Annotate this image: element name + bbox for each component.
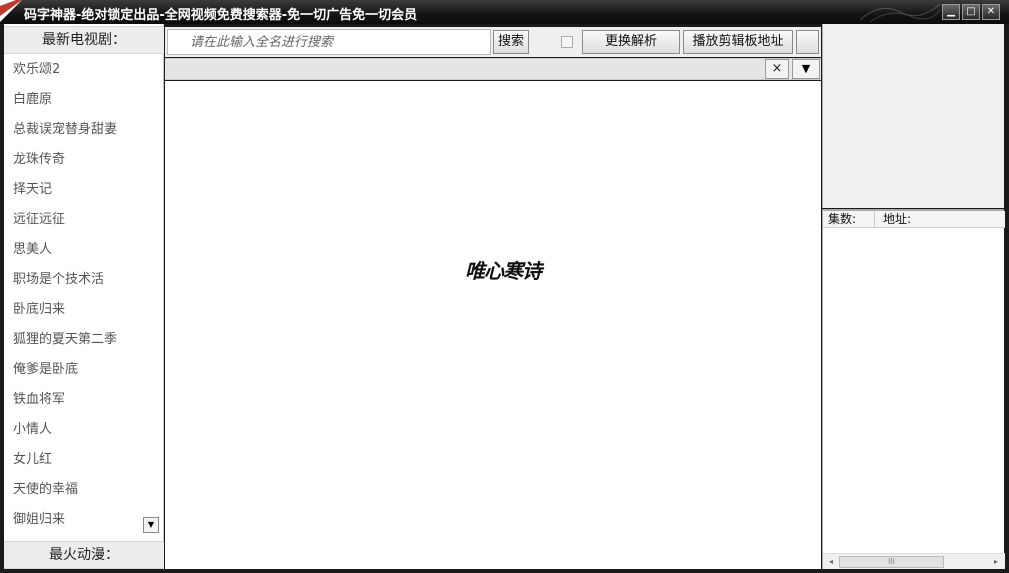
horizontal-scrollbar[interactable]: ◂ III ▸	[823, 553, 1005, 569]
tv-list-item[interactable]: 小情人	[4, 415, 164, 445]
tv-list-item[interactable]: 白鹿原	[4, 85, 164, 115]
tv-list-item[interactable]: 龙珠传奇	[4, 145, 164, 175]
option-checkbox[interactable]	[561, 36, 573, 48]
tv-list-item[interactable]: 天使的幸福	[4, 475, 164, 505]
extra-button[interactable]	[796, 30, 819, 54]
minimize-icon: ▁	[947, 6, 955, 17]
tv-list-item[interactable]: 总裁误宠替身甜妻	[4, 115, 164, 145]
tv-list-item[interactable]: 狐狸的夏天第二季	[4, 325, 164, 355]
scroll-right-icon[interactable]: ▸	[989, 555, 1003, 569]
switch-parser-button[interactable]: 更换解析	[582, 30, 680, 54]
tv-list-item[interactable]: 卧底归来	[4, 295, 164, 325]
tv-list-item[interactable]: 御姐归来	[4, 505, 164, 535]
url-dropdown-button[interactable]: ▼	[792, 59, 820, 79]
clear-icon: ×	[771, 61, 783, 76]
column-header-address[interactable]: 地址:	[877, 211, 1005, 227]
search-input[interactable]	[167, 29, 491, 55]
column-header-episode[interactable]: 集数:	[823, 211, 875, 227]
episode-list[interactable]: 集数: 地址: ◂ III ▸	[822, 209, 1005, 569]
close-icon: ✕	[986, 6, 996, 17]
episode-list-header: 集数: 地址:	[823, 211, 1005, 228]
app-logo-icon	[0, 0, 22, 22]
tv-list-item[interactable]: 俺爹是卧底	[4, 355, 164, 385]
tv-section-header: 最新电视剧：	[4, 26, 164, 54]
maximize-button[interactable]: □	[962, 4, 980, 20]
play-clipboard-button[interactable]: 播放剪辑板地址	[683, 30, 793, 54]
minimize-button[interactable]: ▁	[942, 4, 960, 20]
watermark-logo: 唯心寒诗	[465, 259, 542, 283]
list-scroll-down-button[interactable]: ▼	[143, 517, 159, 533]
url-field[interactable]	[166, 60, 764, 79]
url-bar: × ▼	[165, 58, 821, 80]
dropdown-arrow-icon: ▼	[801, 62, 811, 75]
title-bar[interactable]: 码字神器-绝对锁定出品-全网视频免费搜索器-免一切广告免一切会员 ▁ □ ✕	[0, 0, 1009, 24]
right-info-panel	[822, 24, 1004, 208]
search-button[interactable]: 搜索	[493, 30, 529, 54]
maximize-icon: □	[966, 6, 976, 17]
scrollbar-thumb[interactable]: III	[839, 556, 944, 568]
tv-list-item[interactable]: 远征远征	[4, 205, 164, 235]
window-title: 码字神器-绝对锁定出品-全网视频免费搜索器-免一切广告免一切会员	[24, 8, 418, 23]
clear-button[interactable]: ×	[765, 59, 789, 79]
close-button[interactable]: ✕	[982, 4, 1000, 20]
tv-list-item[interactable]: 铁血将军	[4, 385, 164, 415]
tv-list-item[interactable]: 职场是个技术活	[4, 265, 164, 295]
tv-list[interactable]: 欢乐颂2 白鹿原 总裁误宠替身甜妻 龙珠传奇 择天记 远征远征 思美人 职场是个…	[4, 55, 164, 535]
sidebar: 最新电视剧： 欢乐颂2 白鹿原 总裁误宠替身甜妻 龙珠传奇 择天记 远征远征 思…	[4, 24, 164, 569]
video-player-area[interactable]: 唯心寒诗	[165, 81, 821, 569]
scroll-left-icon[interactable]: ◂	[824, 555, 838, 569]
anime-section-header[interactable]: 最火动漫：	[4, 541, 164, 569]
title-decoration	[860, 3, 940, 23]
tv-list-item[interactable]: 择天记	[4, 175, 164, 205]
search-toolbar: 搜索 更换解析 播放剪辑板地址	[165, 27, 821, 57]
tv-list-item[interactable]: 欢乐颂2	[4, 55, 164, 85]
tv-list-item[interactable]: 女儿红	[4, 445, 164, 475]
tv-list-item[interactable]: 思美人	[4, 235, 164, 265]
